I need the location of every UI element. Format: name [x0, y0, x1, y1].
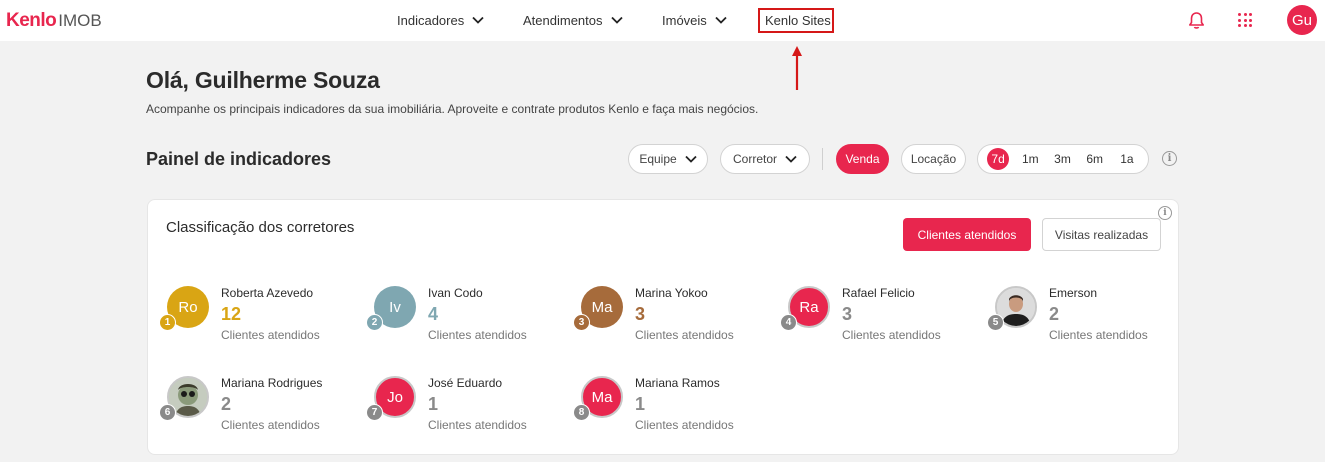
- broker-name: José Eduardo: [428, 376, 503, 390]
- panel-title: Painel de indicadores: [146, 149, 332, 169]
- chevron-down-icon: [785, 155, 797, 163]
- broker-name: Emerson: [1049, 286, 1098, 300]
- rank-badge: 7: [366, 404, 383, 421]
- broker-count: 2: [1049, 304, 1060, 324]
- info-icon[interactable]: i: [1162, 151, 1177, 166]
- broker-count: 12: [221, 304, 242, 324]
- rank-badge: 6: [159, 404, 176, 421]
- team-filter-label: Equipe: [639, 152, 677, 166]
- broker-name: Rafael Felicio: [842, 286, 915, 300]
- logo-brand: Kenlo: [6, 10, 57, 31]
- rank-badge: 4: [780, 314, 797, 331]
- broker-count: 3: [842, 304, 853, 324]
- top-navbar: Kenlo IMOB Indicadores Atendimentos Imóv…: [0, 0, 1325, 41]
- rent-toggle[interactable]: Locação: [901, 144, 966, 174]
- broker-count-label: Clientes atendidos: [842, 328, 941, 342]
- rank-badge: 5: [987, 314, 1004, 331]
- period-1m[interactable]: 1m: [1019, 148, 1041, 170]
- page-title: Olá, Guilherme Souza: [146, 67, 380, 93]
- period-1a[interactable]: 1a: [1116, 148, 1138, 170]
- chevron-down-icon: [685, 155, 697, 163]
- rank-badge: 3: [573, 314, 590, 331]
- info-icon[interactable]: i: [1158, 206, 1172, 220]
- broker-count: 4: [428, 304, 439, 324]
- chevron-down-icon: [610, 16, 623, 24]
- broker-name: Ivan Codo: [428, 286, 483, 300]
- period-7d[interactable]: 7d: [987, 148, 1010, 170]
- nav-indicadores-label: Indicadores: [397, 12, 465, 28]
- rank-badge: 8: [573, 404, 590, 421]
- broker-item[interactable]: 5 Emerson 2 Clientes atendidos: [976, 286, 1176, 350]
- broker-ranking-card: Classificação dos corretores i Clientes …: [147, 199, 1179, 455]
- broker-count-label: Clientes atendidos: [221, 328, 320, 342]
- period-3m[interactable]: 3m: [1051, 148, 1073, 170]
- period-6m[interactable]: 6m: [1084, 148, 1106, 170]
- annotation-arrow-icon: [790, 43, 804, 96]
- rank-badge: 2: [366, 314, 383, 331]
- broker-item[interactable]: Iv 2 Ivan Codo 4 Clientes atendidos: [355, 286, 555, 350]
- sale-toggle[interactable]: Venda: [836, 144, 889, 174]
- period-selector: 7d 1m 3m 6m 1a: [977, 144, 1149, 174]
- visits-made-tab[interactable]: Visitas realizadas: [1042, 218, 1161, 251]
- nav-atendimentos-label: Atendimentos: [523, 12, 603, 28]
- broker-count-label: Clientes atendidos: [428, 418, 527, 432]
- kenlo-logo[interactable]: Kenlo IMOB: [6, 10, 102, 32]
- nav-kenlo-sites[interactable]: Kenlo Sites: [765, 11, 831, 29]
- nav-atendimentos[interactable]: Atendimentos: [523, 11, 623, 29]
- apps-grid-icon[interactable]: [1238, 13, 1252, 27]
- broker-count-label: Clientes atendidos: [221, 418, 320, 432]
- broker-item[interactable]: Ma 8 Mariana Ramos 1 Clientes atendidos: [562, 376, 762, 440]
- page-subtitle: Acompanhe os principais indicadores da s…: [146, 102, 759, 116]
- broker-item[interactable]: 6 Mariana Rodrigues 2 Clientes atendidos: [148, 376, 348, 440]
- card-title: Classificação dos corretores: [166, 219, 355, 236]
- chevron-down-icon: [715, 16, 727, 24]
- broker-item[interactable]: Ma 3 Marina Yokoo 3 Clientes atendidos: [562, 286, 762, 350]
- broker-count-label: Clientes atendidos: [635, 328, 734, 342]
- broker-count: 3: [635, 304, 646, 324]
- filter-divider: [822, 148, 823, 170]
- bell-icon[interactable]: [1188, 11, 1205, 35]
- broker-count: 1: [428, 394, 439, 414]
- broker-count-label: Clientes atendidos: [428, 328, 527, 342]
- nav-imoveis-label: Imóveis: [662, 12, 707, 28]
- broker-name: Marina Yokoo: [635, 286, 708, 300]
- broker-item[interactable]: Ro 1 Roberta Azevedo 12 Clientes atendid…: [148, 286, 348, 350]
- broker-count-label: Clientes atendidos: [1049, 328, 1148, 342]
- nav-indicadores[interactable]: Indicadores: [397, 11, 484, 29]
- broker-item[interactable]: Jo 7 José Eduardo 1 Clientes atendidos: [355, 376, 555, 440]
- broker-count: 2: [221, 394, 232, 414]
- broker-count-label: Clientes atendidos: [635, 418, 734, 432]
- broker-filter-label: Corretor: [732, 152, 777, 166]
- broker-name: Mariana Rodrigues: [221, 376, 323, 390]
- logo-product: IMOB: [58, 11, 102, 30]
- broker-count: 1: [635, 394, 646, 414]
- team-filter-dropdown[interactable]: Equipe: [628, 144, 708, 174]
- clients-served-tab[interactable]: Clientes atendidos: [903, 218, 1031, 251]
- rank-badge: 1: [159, 314, 176, 331]
- broker-item[interactable]: Ra 4 Rafael Felicio 3 Clientes atendidos: [769, 286, 969, 350]
- user-avatar[interactable]: Gu: [1287, 5, 1317, 35]
- broker-name: Mariana Ramos: [635, 376, 720, 390]
- nav-imoveis[interactable]: Imóveis: [662, 11, 727, 29]
- broker-filter-dropdown[interactable]: Corretor: [720, 144, 810, 174]
- chevron-down-icon: [472, 16, 484, 24]
- broker-name: Roberta Azevedo: [221, 286, 314, 300]
- nav-kenlo-sites-label: Kenlo Sites: [765, 12, 831, 28]
